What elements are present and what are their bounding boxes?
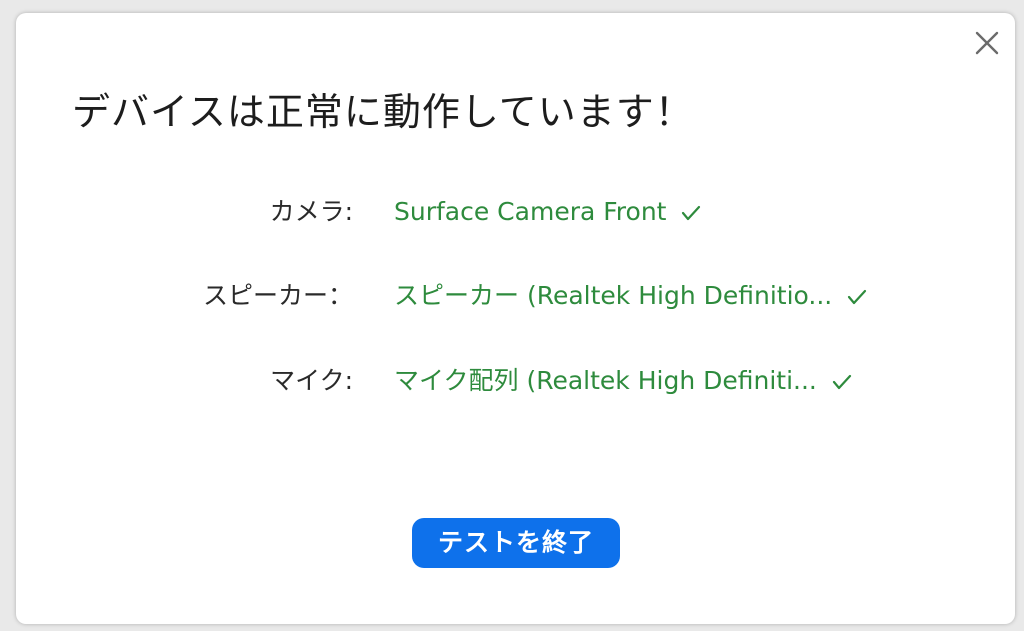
close-icon	[975, 31, 999, 55]
speaker-value: スピーカー (Realtek High Definitio...	[394, 281, 833, 310]
microphone-value: マイク配列 (Realtek High Definiti...	[394, 366, 817, 395]
camera-row: カメラ: Surface Camera Front	[16, 192, 1015, 232]
checkmark-icon	[832, 374, 851, 390]
camera-label: カメラ:	[269, 197, 353, 226]
microphone-value-group: マイク配列 (Realtek High Definiti...	[394, 361, 853, 401]
camera-value: Surface Camera Front	[394, 197, 667, 226]
microphone-row: マイク: マイク配列 (Realtek High Definiti...	[16, 361, 1015, 401]
camera-value-group: Surface Camera Front	[394, 192, 702, 232]
speaker-row: スピーカー： スピーカー (Realtek High Definitio...	[16, 276, 1015, 316]
device-test-dialog: デバイスは正常に動作しています！ カメラ: Surface Camera Fro…	[16, 13, 1015, 624]
checkmark-icon	[682, 205, 701, 221]
microphone-label: マイク:	[270, 366, 353, 395]
end-test-button[interactable]: テストを終了	[412, 518, 620, 568]
close-button[interactable]	[973, 29, 1001, 57]
speaker-label: スピーカー：	[202, 281, 353, 310]
dialog-title: デバイスは正常に動作しています！	[72, 90, 694, 134]
speaker-value-group: スピーカー (Realtek High Definitio...	[394, 276, 868, 316]
checkmark-icon	[848, 289, 867, 305]
